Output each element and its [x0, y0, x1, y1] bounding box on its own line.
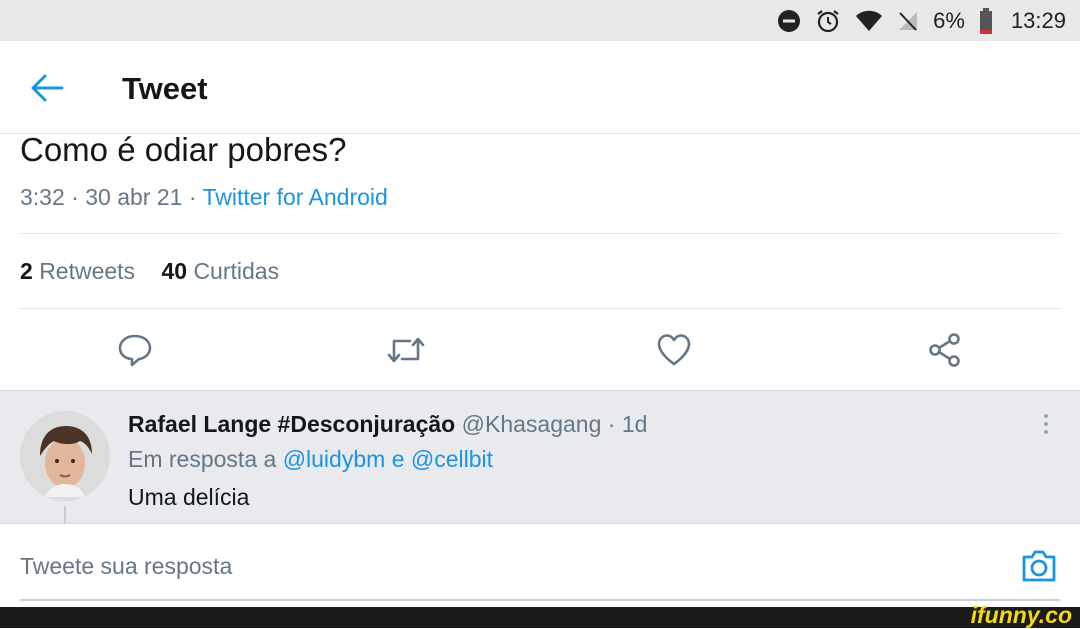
mention-link[interactable]: @luidybm: [283, 446, 386, 472]
avatar[interactable]: [20, 411, 110, 501]
alarm-icon: [815, 8, 841, 34]
clock: 13:29: [1010, 7, 1066, 33]
retweets-link[interactable]: 2 Retweets: [20, 258, 135, 284]
tweet-time: 3:32: [20, 184, 65, 210]
reply-text: Uma delícia: [128, 484, 250, 510]
reply-tweet[interactable]: Rafael Lange #Desconjuração @Khasagang ·…: [0, 390, 1080, 524]
tweet-source-link[interactable]: Twitter for Android: [202, 184, 387, 210]
bottom-bar: ifunny.co: [0, 602, 1080, 628]
divider: [20, 308, 1060, 309]
likes-link[interactable]: 40 Curtidas: [161, 258, 279, 284]
battery-icon: [979, 7, 993, 34]
back-arrow-icon[interactable]: [30, 73, 64, 103]
mention-conjunction: e: [391, 446, 405, 472]
reply-prefix: Em resposta a: [128, 446, 277, 472]
separator: ·: [71, 184, 86, 210]
reply-header: Rafael Lange #Desconjuração @Khasagang ·…: [128, 411, 647, 438]
like-count: 40: [161, 258, 188, 284]
separator: ·: [607, 411, 616, 437]
battery-percentage: 6%: [933, 7, 965, 33]
status-bar: 6% 13:29: [0, 0, 1080, 41]
separator: ·: [188, 184, 203, 210]
more-options-icon[interactable]: [1036, 411, 1056, 441]
page-title: Tweet: [122, 71, 208, 106]
mention-link[interactable]: @cellbit: [411, 446, 493, 472]
reply-age: 1d: [621, 411, 648, 437]
reply-input[interactable]: Tweete sua resposta: [20, 553, 232, 580]
ifunny-watermark: ifunny.co: [970, 602, 1072, 628]
reply-composer: Tweete sua resposta: [0, 523, 1080, 608]
tweet-actions: [0, 332, 1080, 372]
thread-line: [64, 506, 66, 524]
do-not-disturb-icon: [777, 9, 801, 33]
input-underline: [20, 599, 1060, 601]
camera-icon[interactable]: [1020, 548, 1058, 584]
tweet-date: 30 abr 21: [85, 184, 183, 210]
retweet-icon[interactable]: [386, 332, 425, 368]
no-signal-icon: [897, 10, 919, 32]
like-label: Curtidas: [193, 258, 280, 284]
reply-icon[interactable]: [117, 332, 155, 368]
share-icon[interactable]: [926, 332, 964, 368]
tweet-text: Como é odiar pobres?: [20, 131, 347, 168]
divider: [20, 233, 1060, 234]
reply-context: Em resposta a @luidybm e @cellbit: [128, 446, 493, 473]
reply-author-handle[interactable]: @Khasagang: [462, 411, 602, 437]
wifi-icon: [855, 10, 883, 32]
app-bar: Tweet: [0, 41, 1080, 134]
engagement-counts: 2 Retweets 40 Curtidas: [20, 258, 279, 285]
tweet-meta: 3:32 · 30 abr 21 · Twitter for Android: [20, 184, 388, 211]
like-heart-icon[interactable]: [656, 332, 694, 368]
reply-author-name[interactable]: Rafael Lange #Desconjuração: [128, 411, 455, 437]
retweet-label: Retweets: [39, 258, 136, 284]
retweet-count: 2: [20, 258, 33, 284]
